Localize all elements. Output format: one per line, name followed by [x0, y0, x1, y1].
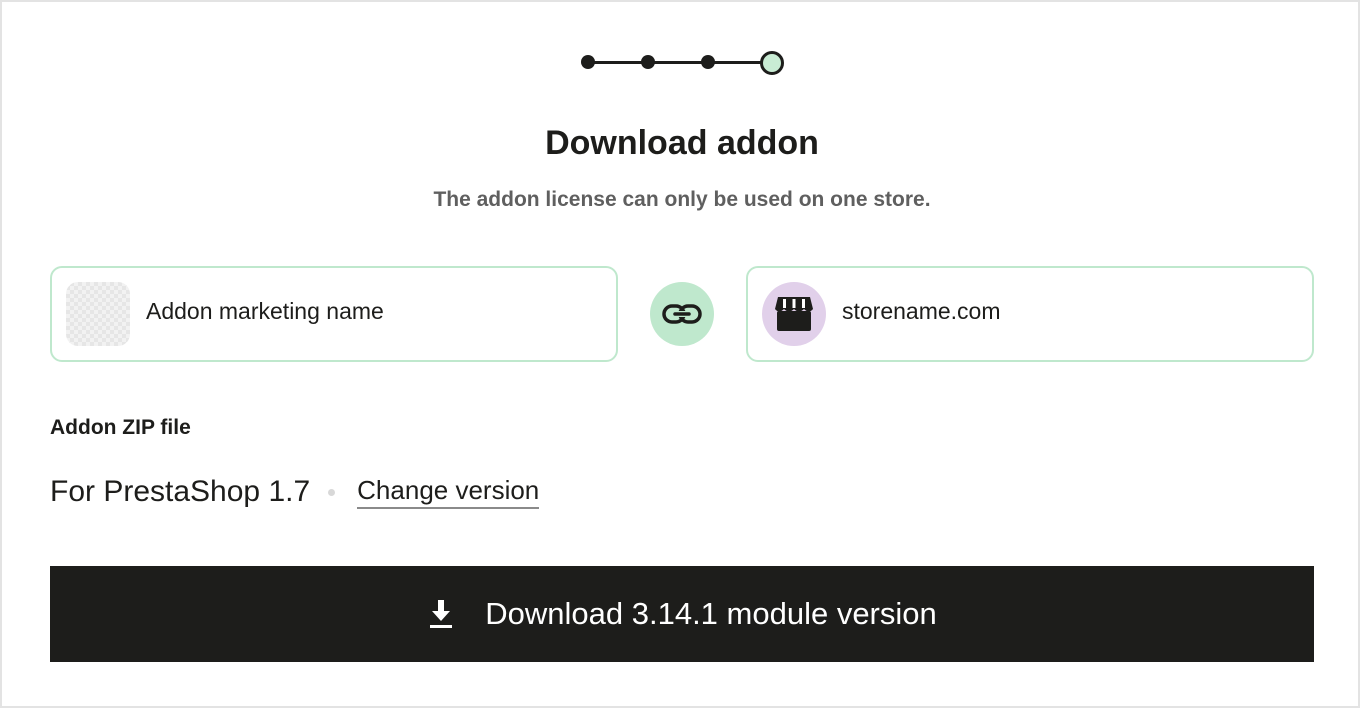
page-subtitle: The addon license can only be used on on…	[433, 188, 931, 211]
version-row: For PrestaShop 1.7 Change version	[50, 472, 540, 512]
store-avatar	[762, 282, 826, 346]
stepper-line	[588, 61, 772, 64]
store-name: storename.com	[842, 298, 1001, 324]
addon-name: Addon marketing name	[146, 298, 384, 324]
version-label: For PrestaShop 1.7	[50, 475, 311, 508]
zip-section-heading: Addon ZIP file	[50, 416, 191, 439]
separator-dot	[328, 488, 336, 496]
link-icon	[662, 304, 702, 324]
page-title: Download addon	[545, 124, 819, 162]
store-card: storename.com	[746, 266, 1314, 362]
download-button-label: Download 3.14.1 module version	[485, 596, 937, 631]
image-placeholder-icon	[66, 282, 130, 346]
stepper-step-current	[760, 51, 784, 75]
change-version-link[interactable]: Change version	[357, 475, 540, 509]
store-icon	[775, 297, 813, 331]
stepper-step-1	[581, 55, 595, 69]
stepper-step-3	[701, 55, 715, 69]
progress-stepper	[578, 50, 788, 75]
addon-card: Addon marketing name	[50, 266, 618, 362]
stepper-step-2	[641, 55, 655, 69]
download-button[interactable]: Download 3.14.1 module version	[50, 566, 1314, 662]
download-addon-panel: Download addon The addon license can onl…	[0, 0, 1360, 708]
link-badge	[650, 282, 714, 346]
download-icon	[427, 599, 455, 629]
